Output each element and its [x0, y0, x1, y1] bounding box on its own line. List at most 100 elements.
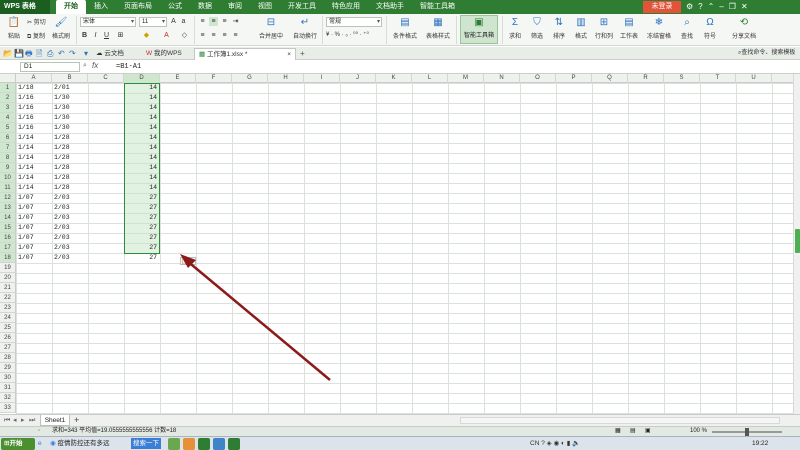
settings-icon[interactable]: ⚙: [686, 0, 693, 14]
align-bottom-icon[interactable]: ≡: [220, 17, 229, 26]
login-button[interactable]: 未登录: [643, 1, 681, 13]
collapse-ribbon-icon[interactable]: ⌃: [708, 0, 715, 14]
wps-spreadsheet-taskbar-icon[interactable]: [228, 438, 240, 450]
print-preview-icon[interactable]: 🗎: [36, 48, 42, 59]
help-icon[interactable]: ?: [698, 0, 702, 14]
paste-button[interactable]: 📋 粘贴: [4, 16, 24, 40]
tray-app-icon[interactable]: ◐: [561, 440, 565, 447]
tab-cloud-docs[interactable]: ☁ 云文档: [92, 48, 128, 60]
font-name-select[interactable]: 宋体: [80, 17, 136, 27]
justify-icon[interactable]: ≡: [231, 31, 240, 40]
border-icon[interactable]: ⊞: [116, 31, 125, 40]
app-menu-button[interactable]: WPS 表格: [0, 0, 50, 14]
tray-app-icon[interactable]: ◈: [547, 440, 552, 447]
number-format-select[interactable]: 常规: [326, 17, 382, 27]
underline-icon[interactable]: U: [102, 31, 111, 40]
prev-sheet-icon[interactable]: ◂: [13, 416, 17, 426]
align-left-icon[interactable]: ≡: [198, 31, 207, 40]
clear-format-icon[interactable]: ◇: [180, 31, 189, 40]
volume-icon[interactable]: 🔈: [572, 440, 580, 447]
shrink-font-icon[interactable]: a: [179, 17, 188, 26]
tab-doc-assistant[interactable]: 文档助手: [368, 0, 412, 14]
tab-smart-toolbox[interactable]: 智能工具箱: [412, 0, 463, 14]
align-middle-icon[interactable]: ≡: [209, 17, 218, 26]
app-icon-3[interactable]: [198, 438, 210, 450]
start-button[interactable]: ⊞开始: [1, 438, 35, 450]
worksheet-button[interactable]: ▤ 工作表: [618, 16, 640, 40]
vertical-scroll-thumb[interactable]: [795, 229, 800, 253]
font-color-icon[interactable]: A: [162, 31, 171, 40]
page-break-view-icon[interactable]: ▤: [630, 427, 636, 436]
align-right-icon[interactable]: ≡: [220, 31, 229, 40]
share-doc-button[interactable]: ⟲ 分享文档: [730, 16, 758, 40]
command-search[interactable]: ⌕查找命令、搜索模板: [738, 48, 795, 59]
network-icon[interactable]: ▮: [567, 440, 571, 447]
tab-special-apps[interactable]: 特色应用: [324, 0, 368, 14]
sort-button[interactable]: ⇅ 排序: [549, 16, 569, 40]
tab-insert[interactable]: 插入: [86, 0, 116, 14]
horizontal-scrollbar[interactable]: [460, 417, 780, 424]
name-box[interactable]: D1: [20, 62, 80, 72]
align-center-icon[interactable]: ≡: [209, 31, 218, 40]
open-folder-icon[interactable]: 📂: [3, 48, 13, 59]
tab-my-wps[interactable]: W 我的WPS: [142, 48, 186, 60]
taskbar-clock[interactable]: 19:22: [752, 437, 768, 450]
cut-button[interactable]: ✂ 剪切: [27, 17, 46, 26]
tab-view[interactable]: 视图: [250, 0, 280, 14]
bold-icon[interactable]: B: [80, 31, 89, 40]
first-sheet-icon[interactable]: ⏮: [4, 416, 10, 426]
tray-app-icon[interactable]: ◉: [553, 440, 559, 447]
find-button[interactable]: ⌕ 查找: [677, 16, 697, 40]
zoom-slider-knob[interactable]: [745, 428, 749, 436]
font-size-select[interactable]: 11: [139, 17, 167, 27]
save-icon[interactable]: 💾: [14, 48, 24, 59]
symbol-button[interactable]: Ω 符号: [700, 16, 720, 40]
zoom-level[interactable]: 100 %: [690, 427, 707, 436]
redo-icon[interactable]: ↷: [69, 48, 76, 59]
input-method-icon[interactable]: CN: [530, 440, 539, 447]
reading-view-icon[interactable]: ▣: [645, 427, 651, 436]
sum-button[interactable]: Σ 求和: [505, 16, 525, 40]
italic-icon[interactable]: I: [91, 31, 100, 40]
app-icon-2[interactable]: [183, 438, 195, 450]
minimize-icon[interactable]: –: [719, 0, 723, 14]
help-icon[interactable]: ?: [541, 440, 545, 447]
fx-icon[interactable]: fx: [92, 61, 98, 70]
tab-developer[interactable]: 开发工具: [280, 0, 324, 14]
undo-icon[interactable]: ↶: [58, 48, 65, 59]
merge-center-button[interactable]: ⊟ 合并居中: [256, 16, 286, 40]
taskbar-browser-item[interactable]: ◉ 疫情防控还有多远: [50, 437, 109, 450]
number-format-buttons[interactable]: ¥ · % · ₀ · ⁰⁰ · ⁺⁰: [326, 31, 369, 38]
grow-font-icon[interactable]: A: [169, 17, 178, 26]
normal-view-icon[interactable]: ▦: [615, 427, 621, 436]
conditional-format-button[interactable]: ▤ 条件格式: [390, 16, 420, 40]
next-sheet-icon[interactable]: ▸: [21, 416, 25, 426]
tab-review[interactable]: 审阅: [220, 0, 250, 14]
filter-button[interactable]: ⛉ 筛选: [527, 16, 547, 40]
taskbar-search-button[interactable]: 搜索一下: [131, 438, 161, 449]
wrap-text-button[interactable]: ↵ 自动换行: [290, 16, 320, 40]
smart-toolbox-button[interactable]: ▣ 智能工具箱: [460, 15, 498, 44]
fill-color-icon[interactable]: ◆: [142, 31, 151, 40]
export-pdf-icon[interactable]: ⎙: [47, 48, 53, 59]
new-tab-icon[interactable]: +: [300, 48, 305, 59]
tab-data[interactable]: 数据: [190, 0, 220, 14]
table-style-button[interactable]: ▦ 表格样式: [423, 16, 453, 40]
print-icon[interactable]: 🖶: [25, 48, 33, 59]
ie-icon[interactable]: e: [38, 437, 42, 450]
tab-workbook[interactable]: ▦ 工作簿1.xlsx * ×: [194, 48, 296, 60]
align-top-icon[interactable]: ≡: [198, 17, 207, 26]
format-button[interactable]: ▥ 格式: [571, 16, 591, 40]
tab-home[interactable]: 开始: [56, 0, 86, 14]
format-painter-button[interactable]: 🖌 格式刷: [50, 16, 72, 40]
customize-toolbar-icon[interactable]: ▾: [84, 48, 88, 59]
freeze-panes-button[interactable]: ❄ 冻结窗格: [645, 16, 673, 40]
zoom-cell-icon[interactable]: ⌕: [83, 62, 87, 70]
indent-icon[interactable]: ⇥: [231, 17, 240, 26]
row-col-button[interactable]: ⊞ 行和列: [593, 16, 615, 40]
close-icon[interactable]: ✕: [741, 0, 748, 14]
app-icon-1[interactable]: [168, 438, 180, 450]
app-icon-4[interactable]: [213, 438, 225, 450]
last-sheet-icon[interactable]: ⏭: [29, 416, 35, 426]
vertical-scrollbar[interactable]: [793, 74, 800, 414]
